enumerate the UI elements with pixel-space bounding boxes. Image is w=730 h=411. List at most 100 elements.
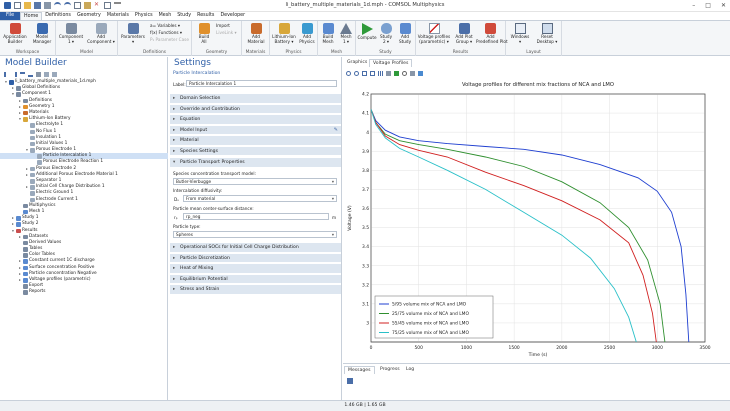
add-plot-group-button[interactable]: Add Plot Group ▾ [452, 23, 476, 44]
section-stress-and-strain[interactable]: Stress and Strain [170, 285, 341, 295]
collapse-all-icon[interactable] [44, 71, 49, 77]
component-button[interactable]: Component 1 ▾ [58, 23, 84, 44]
ribbon-tab-definitions[interactable]: Definitions [42, 12, 74, 20]
voltage-profiles-button[interactable]: Voltage profiles (parametric) ▾ [417, 23, 451, 44]
plot-icon[interactable] [394, 70, 399, 76]
ribbon-group-study: Compute Study 2 ▾ Add Study Study [356, 21, 416, 56]
add-material-button[interactable]: Add Material [244, 23, 268, 44]
ribbon-tab-results[interactable]: Results [194, 12, 217, 20]
chart-title: Voltage profiles for different mix fract… [462, 82, 614, 88]
section-material[interactable]: Material [170, 136, 341, 146]
tab-graphics[interactable]: Graphics [344, 59, 370, 67]
ribbon-tab-study[interactable]: Study [174, 12, 194, 20]
parameter-case-button[interactable]: P₁ Parameter Case [150, 37, 189, 42]
tab-voltage-profiles[interactable]: Voltage Profiles [369, 59, 413, 67]
tab-progress[interactable]: Progress [377, 366, 403, 374]
lithium-ion-battery-button[interactable]: Lithium-Ion Battery ▾ [271, 23, 297, 44]
group-label: Results [452, 50, 469, 55]
zoom-box-icon[interactable] [362, 70, 367, 76]
y-tick-label: 4.1 [362, 111, 369, 117]
functions-button[interactable]: f(x) Functions ▾ [150, 30, 182, 35]
diffusivity-select[interactable]: From material [183, 195, 337, 202]
section-operational-socs-for-initial-cell-charge-distribution[interactable]: Operational SOCs for Initial Cell Charge… [170, 243, 341, 253]
forward-icon[interactable] [12, 71, 17, 77]
section-domain-selection[interactable]: Domain Selection [170, 94, 341, 104]
tab-messages[interactable]: Messages [344, 366, 375, 374]
expand-all-icon[interactable] [52, 71, 57, 77]
show-icon[interactable] [36, 71, 41, 77]
export-image-icon[interactable] [418, 70, 423, 76]
zoom-extents-icon[interactable] [370, 70, 375, 76]
section-equilibrium-potential[interactable]: Equilibrium Potential [170, 274, 341, 284]
section-override-and-contribution[interactable]: Override and Contribution [170, 104, 341, 114]
close-button[interactable]: ✕ [721, 2, 726, 9]
zoom-out-icon[interactable] [354, 70, 359, 76]
section-species-settings[interactable]: Species Settings [170, 146, 341, 156]
species-model-select[interactable]: Butler-Vierbugge [173, 178, 337, 185]
build-all-label: Build All [198, 34, 210, 44]
y-tick-label: 3.9 [362, 149, 369, 155]
voltage-profiles-chart[interactable]: Voltage profiles for different mix fract… [343, 77, 730, 363]
zoom-in-icon[interactable] [346, 70, 351, 76]
section-model-input[interactable]: Model Input✎ [170, 125, 341, 136]
clear-messages-icon[interactable] [347, 378, 353, 384]
particle-type-select[interactable]: Spheres [173, 231, 337, 238]
import-button[interactable]: Import [216, 23, 230, 28]
ribbon-tab-physics[interactable]: Physics [132, 12, 156, 20]
application-builder-icon [9, 23, 21, 34]
label-input[interactable]: Particle Intercalation 1 [186, 80, 337, 87]
y-tick-label: 3.5 [362, 225, 369, 231]
section-particle-transport-properties[interactable]: Particle Transport Properties [170, 158, 341, 168]
ribbon-group-model: Component 1 ▾ Add Component ▾ Model [56, 21, 118, 56]
variables-button[interactable]: a= Variables ▾ [150, 23, 180, 28]
section-particle-discretization[interactable]: Particle Discretization [170, 253, 341, 263]
model-manager-button[interactable]: Model Manager [30, 23, 54, 44]
tree-node-icon [16, 228, 21, 233]
build-mesh-icon [322, 23, 334, 34]
ribbon-tab-materials[interactable]: Materials [104, 12, 132, 20]
tree-node-label: Reports [29, 289, 46, 295]
grid-icon[interactable] [378, 70, 383, 76]
plot-toolbar [346, 69, 423, 77]
build-all-button[interactable]: Build All [194, 23, 214, 44]
tree-node-icon [16, 86, 21, 91]
study-2-button[interactable]: Study 2 ▾ [377, 23, 395, 44]
ribbon-tab-mesh[interactable]: Mesh [156, 12, 175, 20]
ribbon-tab-developer[interactable]: Developer [217, 12, 248, 20]
maximize-button[interactable]: □ [705, 2, 711, 9]
reset-desktop-button[interactable]: Reset Desktop ▾ [534, 23, 560, 44]
tree-node-icon [23, 110, 28, 116]
parameters-button[interactable]: Parameters ▾ [120, 23, 146, 44]
table-icon[interactable] [386, 70, 391, 76]
ribbon-tab-geometry[interactable]: Geometry [74, 12, 104, 20]
settings-gear-icon[interactable] [402, 70, 407, 76]
build-mesh-button[interactable]: Build Mesh [319, 23, 337, 44]
tab-log[interactable]: Log [403, 366, 417, 374]
pencil-icon[interactable]: ✎ [334, 126, 338, 136]
application-builder-button[interactable]: Application Builder [3, 23, 27, 44]
section-heat-of-mixing[interactable]: Heat of Mixing [170, 264, 341, 274]
model-tree: ▾ li_battery_multiple_materials_1d.mph ▸ Gl… [0, 79, 168, 296]
compute-button[interactable]: Compute [357, 23, 377, 41]
windows-button[interactable]: Windows ▾ [508, 23, 532, 44]
print-plot-icon[interactable] [410, 70, 415, 76]
add-component-button[interactable]: Add Component ▾ [86, 23, 116, 44]
back-icon[interactable] [4, 71, 9, 77]
add-physics-button[interactable]: Add Physics [297, 23, 317, 44]
livelink-button[interactable]: LiveLink ▾ [216, 30, 237, 35]
move-down-icon[interactable] [28, 72, 33, 77]
minimize-button[interactable]: – [692, 2, 695, 9]
voltage-profiles-label: Voltage profiles (parametric) ▾ [417, 34, 451, 44]
section-equation[interactable]: Equation [170, 115, 341, 125]
add-study-button[interactable]: Add Study [395, 23, 415, 44]
add-predefined-plot-button[interactable]: Add Predefined Plot [476, 23, 508, 44]
mesh-1-button[interactable]: Mesh 1 ▾ [337, 23, 355, 44]
tree-node-icon [23, 234, 28, 240]
tree-node-reports[interactable]: Reports [0, 289, 168, 295]
move-up-icon[interactable] [20, 71, 25, 77]
radius-input[interactable]: rp_neg [183, 213, 329, 220]
ribbon-group-mesh: Build Mesh Mesh 1 ▾ Mesh [318, 21, 356, 56]
ribbon-tab-home[interactable]: Home [20, 12, 43, 20]
ribbon-tab-file[interactable]: File [0, 12, 21, 20]
particle-type-caption: Particle type: [173, 224, 201, 229]
